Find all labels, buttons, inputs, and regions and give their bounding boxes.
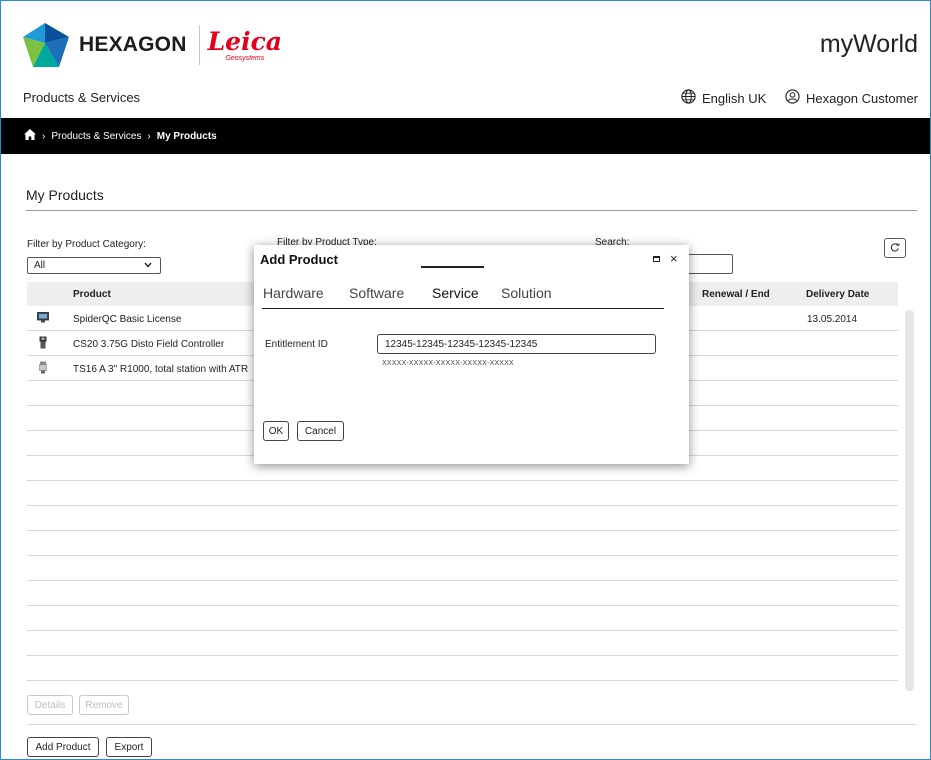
entitlement-label: Entitlement ID xyxy=(265,339,328,350)
title-divider xyxy=(26,210,917,211)
table-row-empty xyxy=(27,506,898,531)
add-product-dialog: Add Product × Hardware Software Service … xyxy=(254,245,689,464)
dialog-title: Add Product xyxy=(260,252,338,267)
category-select[interactable]: All xyxy=(27,257,161,274)
table-scrollbar[interactable] xyxy=(905,310,914,691)
refresh-button[interactable] xyxy=(884,238,906,258)
column-renewal[interactable]: Renewal / End xyxy=(702,289,770,300)
hexagon-brand: HEXAGON xyxy=(79,33,187,56)
product-name: TS16 A 3" R1000, total station with ATR xyxy=(73,364,249,375)
table-row-empty xyxy=(27,531,898,556)
table-row-empty xyxy=(27,481,898,506)
table-row-empty xyxy=(27,631,898,656)
leica-logo: Leica Geosystems xyxy=(208,29,282,62)
tab-service[interactable]: Service xyxy=(432,285,479,301)
column-delivery-date[interactable]: Delivery Date xyxy=(806,289,869,300)
user-label: Hexagon Customer xyxy=(806,90,918,106)
logo-area: HEXAGON Leica Geosystems xyxy=(23,23,282,67)
section-title: Products & Services xyxy=(23,90,141,105)
user-menu[interactable]: Hexagon Customer xyxy=(785,89,918,107)
delivery-date: 13.05.2014 xyxy=(807,314,858,325)
breadcrumb: › Products & Services › My Products xyxy=(1,118,930,154)
leica-subtitle: Geosystems xyxy=(225,54,265,62)
tab-solution[interactable]: Solution xyxy=(501,285,552,301)
globe-icon xyxy=(681,89,696,107)
category-select-value: All xyxy=(34,260,46,271)
app-name: myWorld xyxy=(819,30,918,58)
chevron-right-icon: › xyxy=(147,130,151,142)
refresh-icon xyxy=(890,242,901,255)
home-icon[interactable] xyxy=(24,129,36,143)
add-product-button[interactable]: Add Product xyxy=(27,737,99,757)
language-label: English UK xyxy=(702,90,767,106)
ok-button[interactable]: OK xyxy=(263,421,289,441)
app-frame: HEXAGON Leica Geosystems myWorld Product… xyxy=(0,0,931,760)
chevron-down-icon xyxy=(144,260,152,271)
active-tab-indicator xyxy=(421,266,484,268)
tabs-divider xyxy=(262,308,664,309)
details-button[interactable]: Details xyxy=(27,695,73,715)
column-product[interactable]: Product xyxy=(73,289,111,300)
product-name: CS20 3.75G Disto Field Controller xyxy=(73,339,225,350)
table-row-empty xyxy=(27,581,898,606)
tab-software[interactable]: Software xyxy=(349,285,404,301)
maximize-icon[interactable] xyxy=(653,256,660,262)
tab-hardware[interactable]: Hardware xyxy=(263,285,324,301)
page-title: My Products xyxy=(26,187,104,203)
breadcrumb-my-products: My Products xyxy=(156,130,217,142)
hexagon-logo-icon xyxy=(23,23,69,67)
entitlement-format-hint: XXXXX-XXXXX-XXXXX-XXXXX-XXXXX xyxy=(382,360,514,367)
monitor-icon xyxy=(37,312,49,326)
table-row-empty xyxy=(27,656,898,681)
entitlement-id-input[interactable]: 12345-12345-12345-12345-12345 xyxy=(377,334,656,354)
close-icon[interactable]: × xyxy=(670,251,678,266)
table-row-empty xyxy=(27,556,898,581)
product-name: SpiderQC Basic License xyxy=(73,314,182,325)
logo-divider xyxy=(198,25,200,65)
leica-script: Leica xyxy=(207,26,282,56)
language-selector[interactable]: English UK xyxy=(681,89,766,107)
export-button[interactable]: Export xyxy=(106,737,152,757)
total-station-icon xyxy=(39,361,47,377)
category-filter-label: Filter by Product Category: xyxy=(27,239,146,250)
user-icon xyxy=(785,89,800,107)
chevron-right-icon: › xyxy=(42,130,46,142)
breadcrumb-products-services[interactable]: Products & Services xyxy=(51,131,141,142)
search-input[interactable] xyxy=(687,254,733,274)
controller-icon xyxy=(39,336,47,352)
cancel-button[interactable]: Cancel xyxy=(297,421,344,441)
remove-button[interactable]: Remove xyxy=(79,695,129,715)
table-row-empty xyxy=(27,606,898,631)
footer-divider xyxy=(27,724,917,725)
